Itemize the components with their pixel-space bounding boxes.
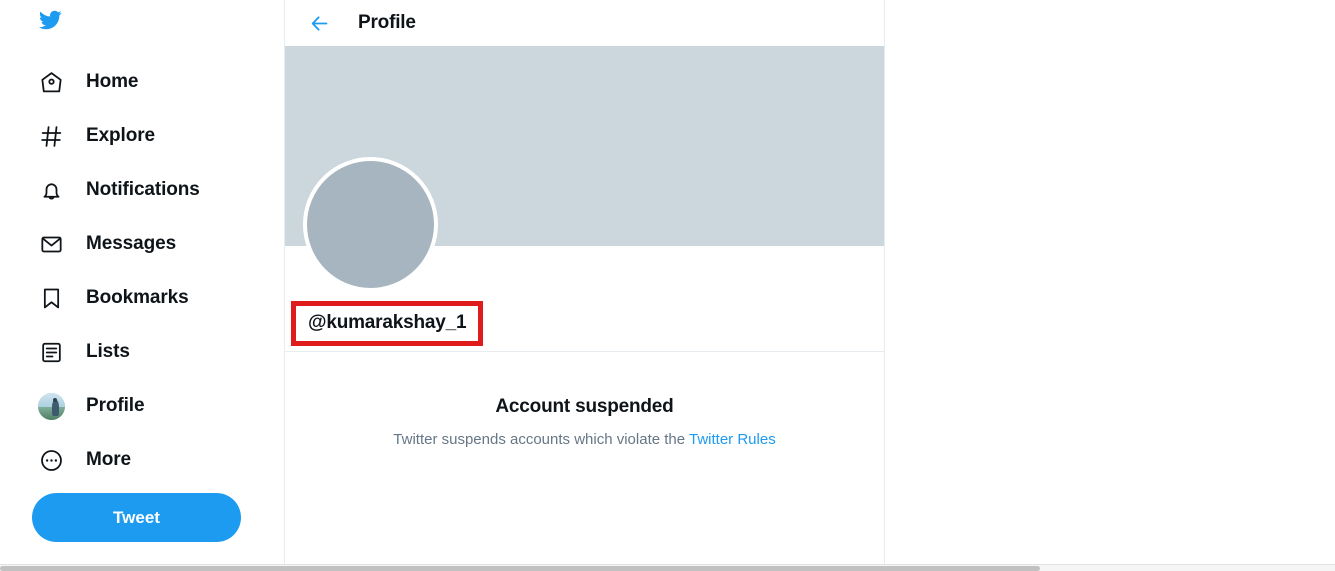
sidebar-item-explore[interactable]: Explore [0,109,284,163]
suspended-description: Twitter suspends accounts which violate … [285,430,884,450]
more-circle-icon [36,445,66,475]
profile-header-bar: Profile [285,0,884,46]
sidebar-item-label: Profile [86,395,145,416]
bell-icon [36,175,66,205]
tweet-button[interactable]: Tweet [32,493,241,542]
twitter-profile-page: Home Explore Notifications Messages Book… [0,0,1335,571]
sidebar-item-label: More [86,449,131,470]
home-icon [36,67,66,97]
sidebar-item-label: Messages [86,233,177,254]
sidebar-item-label: Bookmarks [86,287,189,308]
page-title: Profile [358,12,416,33]
sidebar-item-bookmarks[interactable]: Bookmarks [0,271,284,325]
hashtag-icon [36,121,66,151]
sidebar-item-more[interactable]: More [0,433,284,487]
sidebar-item-notifications[interactable]: Notifications [0,163,284,217]
scrollbar-thumb[interactable] [0,566,1040,571]
handle-highlight-box: @kumarakshay_1 [291,301,484,346]
sidebar-item-label: Explore [86,125,155,146]
sidebar-item-messages[interactable]: Messages [0,217,284,271]
sidebar-item-profile[interactable]: Profile [0,379,284,433]
account-suspended-panel: Account suspended Twitter suspends accou… [285,352,884,450]
user-avatar-photo-icon [36,391,66,421]
twitter-logo-button[interactable] [36,2,80,38]
avatar [37,392,65,420]
profile-handle: @kumarakshay_1 [308,312,467,333]
sidebar-item-home[interactable]: Home [0,55,284,109]
sidebar-item-label: Home [86,71,139,92]
horizontal-scrollbar[interactable] [0,564,1335,571]
twitter-rules-link[interactable]: Twitter Rules [689,431,776,448]
sidebar-nav: Home Explore Notifications Messages Book… [0,55,284,487]
sidebar-item-lists[interactable]: Lists [0,325,284,379]
envelope-icon [36,229,66,259]
sidebar-item-label: Lists [86,341,130,362]
profile-identity-zone: @kumarakshay_1 [285,157,884,352]
list-icon [36,337,66,367]
sidebar: Home Explore Notifications Messages Book… [0,0,285,571]
suspended-title: Account suspended [495,396,674,417]
right-sidebar-column [885,0,1335,571]
suspended-description-text: Twitter suspends accounts which violate … [393,431,689,448]
bookmark-icon [36,283,66,313]
twitter-bird-icon [36,8,64,32]
sidebar-item-label: Notifications [86,179,200,200]
main-content-column: Profile @kumarakshay_1 Account suspended… [285,0,885,571]
arrow-left-icon[interactable] [302,6,336,40]
profile-avatar[interactable] [303,157,438,292]
